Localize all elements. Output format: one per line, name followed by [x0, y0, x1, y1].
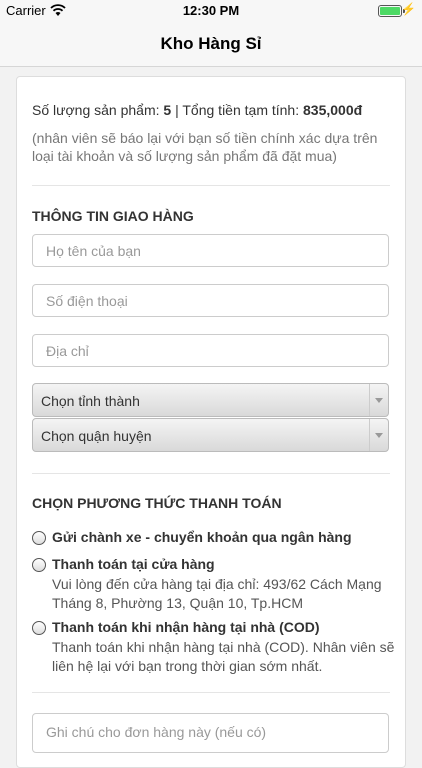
dropdown-arrow-icon [375, 433, 383, 438]
order-summary: Số lượng sản phẩm: 5 | Tổng tiền tạm tín… [32, 101, 392, 119]
price-note: (nhân viên sẽ báo lại với bạn số tiền ch… [32, 130, 378, 164]
payment-option-title: Thanh toán khi nhận hàng tại nhà (COD) [52, 619, 320, 635]
radio-button[interactable] [32, 531, 46, 545]
total-label: Tổng tiền tạm tính: [182, 102, 300, 118]
payment-option-in-store[interactable]: Thanh toán tại cửa hàng Vui lòng đến cửa… [32, 556, 392, 612]
charging-icon: ⚡ [401, 2, 416, 16]
checkout-form-card: Số lượng sản phẩm: 5 | Tổng tiền tạm tín… [16, 76, 406, 768]
address-input[interactable] [32, 334, 389, 367]
payment-section-title: CHỌN PHƯƠNG THỨC THANH TOÁN [32, 495, 282, 511]
district-select-value: Chọn quận huyện [41, 428, 152, 444]
navigation-bar: Kho Hàng Sỉ [0, 22, 422, 67]
dropdown-arrow-icon [375, 398, 383, 403]
order-note-textarea[interactable] [32, 713, 389, 753]
battery-icon [378, 5, 405, 17]
province-select[interactable]: Chọn tỉnh thành [32, 383, 389, 417]
radio-button[interactable] [32, 621, 46, 635]
status-bar: Carrier 12:30 PM ⚡ [0, 0, 422, 22]
divider [32, 473, 390, 474]
payment-option-bank-transfer[interactable]: Gửi chành xe - chuyển khoản qua ngân hàn… [32, 529, 392, 549]
payment-option-title: Thanh toán tại cửa hàng [52, 556, 215, 572]
payment-option-cod[interactable]: Thanh toán khi nhận hàng tại nhà (COD) T… [32, 619, 394, 675]
phone-input[interactable] [32, 284, 389, 317]
province-select-value: Chọn tỉnh thành [41, 393, 140, 409]
product-count-value: 5 [163, 102, 172, 118]
product-count-label: Số lượng sản phẩm: [32, 102, 160, 118]
page-title: Kho Hàng Sỉ [160, 34, 262, 53]
name-input[interactable] [32, 234, 389, 267]
payment-option-description: Vui lòng đến cửa hàng tại địa chỉ: 493/6… [52, 576, 382, 611]
shipping-section-title: THÔNG TIN GIAO HÀNG [32, 208, 194, 224]
summary-separator: | [175, 102, 179, 118]
divider [32, 692, 390, 693]
radio-button[interactable] [32, 558, 46, 572]
divider [32, 185, 390, 186]
payment-option-description: Thanh toán khi nhận hàng tại nhà (COD). … [52, 639, 395, 674]
district-select[interactable]: Chọn quận huyện [32, 418, 389, 452]
clock-time: 12:30 PM [182, 3, 240, 18]
total-value: 835,000đ [303, 102, 363, 118]
payment-option-title: Gửi chành xe - chuyển khoản qua ngân hàn… [52, 529, 352, 545]
